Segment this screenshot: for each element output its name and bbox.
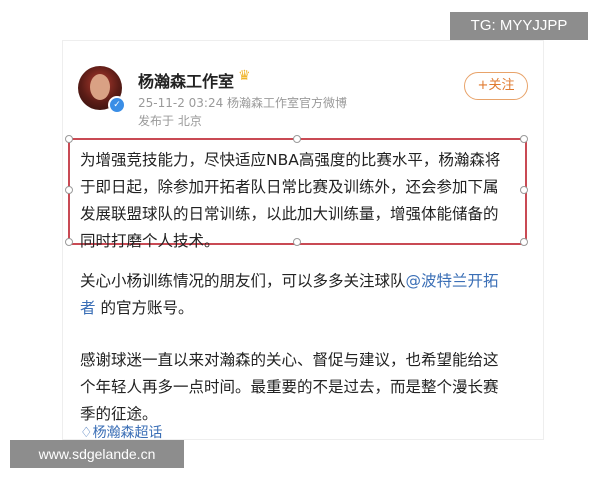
watermark-top: TG: MYYJJPP xyxy=(450,12,588,40)
watermark-bottom: www.sdgelande.cn xyxy=(10,440,184,468)
topic-link[interactable]: ♢杨瀚森超话 xyxy=(80,422,163,442)
post-paragraph-3: 感谢球迷一直以来对瀚森的关心、督促与建议，也希望能给这个年轻人再多一点时间。最重… xyxy=(80,351,499,423)
selection-handle-tr[interactable] xyxy=(520,135,528,143)
follow-button[interactable]: +关注 xyxy=(464,72,528,100)
selection-handle-tl[interactable] xyxy=(65,135,73,143)
paragraph-2-prefix: 关心小杨训练情况的朋友们，可以多多关注球队 xyxy=(80,272,406,290)
verified-badge-icon: ✓ xyxy=(108,96,126,114)
post-paragraph-1: 为增强竞技能力，尽快适应NBA高强度的比赛水平，杨瀚森将于即日起，除参加开拓者队… xyxy=(80,151,501,250)
topic-label: 杨瀚森超话 xyxy=(92,425,163,441)
author-name[interactable]: 杨瀚森工作室 xyxy=(138,68,234,92)
post-paragraph-2: 关心小杨训练情况的朋友们，可以多多关注球队@波特兰开拓者 的官方账号。 xyxy=(80,268,512,322)
selection-handle-tm[interactable] xyxy=(293,135,301,143)
avatar-face xyxy=(90,74,110,100)
selection-handle-br[interactable] xyxy=(520,238,528,246)
post-meta: 25-11-2 03:24 杨瀚森工作室官方微博 xyxy=(138,96,348,110)
paragraph-2-suffix: 的官方账号。 xyxy=(95,299,194,317)
selection-handle-mr[interactable] xyxy=(520,186,528,194)
diamond-topic-icon: ♢ xyxy=(80,425,93,441)
crown-icon: ♛ xyxy=(238,68,251,84)
selection-handle-ml[interactable] xyxy=(65,186,73,194)
selection-handle-bl[interactable] xyxy=(65,238,73,246)
post-location: 发布于 北京 xyxy=(138,114,202,128)
